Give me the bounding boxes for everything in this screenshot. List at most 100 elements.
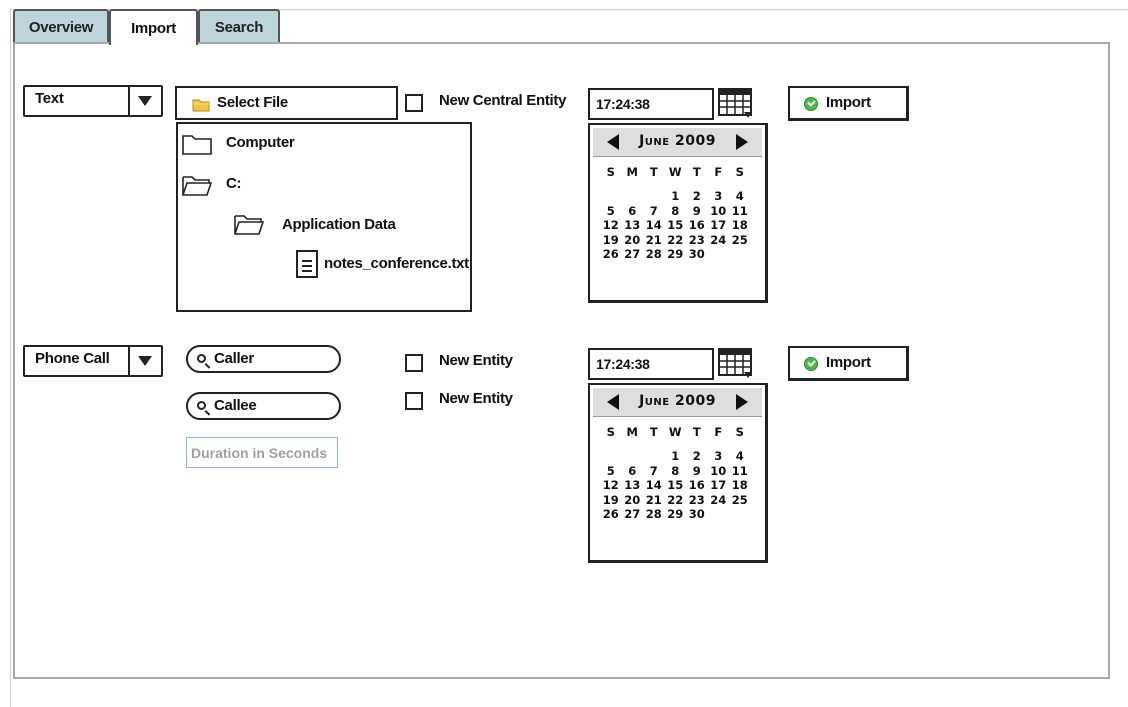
calendar-day[interactable]: 8 xyxy=(665,204,687,219)
calendar-day[interactable]: 13 xyxy=(622,478,644,493)
calendar[interactable]: June 2009 S M T W T F S 1 2 3 4 5 6 7 8 9 10 11 12 13 14 15 16… xyxy=(588,383,768,563)
calendar-day[interactable]: 1 xyxy=(665,449,687,464)
time-value: 17:24:38 xyxy=(596,96,650,112)
calendar-day[interactable]: 12 xyxy=(600,218,622,233)
calendar-day[interactable]: 29 xyxy=(665,507,687,522)
folder-icon xyxy=(182,135,212,155)
calendar-day[interactable]: 5 xyxy=(600,204,622,219)
calendar-day[interactable]: 1 xyxy=(665,189,687,204)
calendar-day[interactable]: 11 xyxy=(729,204,751,219)
import-button[interactable]: Import xyxy=(788,86,909,121)
next-month-icon[interactable] xyxy=(736,134,748,150)
calendar-day[interactable]: 24 xyxy=(708,493,730,508)
calendar[interactable]: June 2009 S M T W T F S 1 2 3 4 5 6 7 8 9 10 11 12 13 14 15 16… xyxy=(588,123,768,303)
tree-item-application-data[interactable]: Application Data xyxy=(282,216,396,233)
calendar-day[interactable]: 2 xyxy=(686,189,708,204)
tree-item-c-drive[interactable]: C: xyxy=(226,175,242,192)
calendar-day[interactable]: 7 xyxy=(643,204,665,219)
calendar-icon[interactable] xyxy=(717,86,757,120)
calendar-day[interactable]: 27 xyxy=(622,247,644,262)
calendar-day[interactable]: 8 xyxy=(665,464,687,479)
select-file-button[interactable]: Select File xyxy=(175,86,398,120)
chevron-down-icon[interactable] xyxy=(138,356,152,366)
time-field[interactable]: 17:24:38 xyxy=(588,348,714,380)
calendar-grid: S M T W T F S 1 2 3 4 5 6 7 8 9 10 11 12 13 14 15 16 17 18 19 20 21… xyxy=(600,425,751,522)
calendar-day[interactable]: 18 xyxy=(729,218,751,233)
calendar-day[interactable]: 22 xyxy=(665,493,687,508)
calendar-day[interactable]: 3 xyxy=(708,189,730,204)
calendar-day[interactable]: 9 xyxy=(686,464,708,479)
calendar-day[interactable]: 19 xyxy=(600,493,622,508)
caller-search-input[interactable]: Caller xyxy=(186,345,341,373)
callee-label: Callee xyxy=(214,397,257,414)
duration-field[interactable]: Duration in Seconds xyxy=(186,437,338,468)
calendar-day[interactable]: 15 xyxy=(665,478,687,493)
calendar-day[interactable]: 6 xyxy=(622,204,644,219)
calendar-day[interactable]: 25 xyxy=(729,493,751,508)
source-type-select[interactable]: Text xyxy=(23,85,163,117)
calendar-day[interactable]: 28 xyxy=(643,507,665,522)
new-central-entity-checkbox[interactable] xyxy=(405,94,423,112)
weekday-label: T xyxy=(649,165,658,179)
search-icon xyxy=(197,401,206,410)
calendar-day[interactable]: 3 xyxy=(708,449,730,464)
select-file-label: Select File xyxy=(217,94,288,111)
calendar-empty-cell xyxy=(600,189,622,204)
calendar-day[interactable]: 2 xyxy=(686,449,708,464)
calendar-day[interactable]: 20 xyxy=(622,493,644,508)
calendar-day[interactable]: 26 xyxy=(600,507,622,522)
new-entity-checkbox[interactable] xyxy=(405,354,423,372)
file-tree[interactable]: Computer C: Application Data notes_confe… xyxy=(176,122,472,312)
calendar-day[interactable]: 10 xyxy=(708,204,730,219)
calendar-day[interactable]: 27 xyxy=(622,507,644,522)
calendar-day[interactable]: 15 xyxy=(665,218,687,233)
source-type-select[interactable]: Phone Call xyxy=(23,345,163,377)
calendar-day[interactable]: 18 xyxy=(729,478,751,493)
import-button[interactable]: Import xyxy=(788,346,909,381)
tree-item-computer[interactable]: Computer xyxy=(226,134,295,151)
calendar-day[interactable]: 17 xyxy=(708,478,730,493)
next-month-icon[interactable] xyxy=(736,394,748,410)
calendar-day[interactable]: 4 xyxy=(729,189,751,204)
calendar-day[interactable]: 11 xyxy=(729,464,751,479)
calendar-day[interactable]: 28 xyxy=(643,247,665,262)
calendar-day[interactable]: 5 xyxy=(600,464,622,479)
calendar-day[interactable]: 21 xyxy=(643,493,665,508)
calendar-day[interactable]: 14 xyxy=(643,478,665,493)
calendar-day[interactable]: 12 xyxy=(600,478,622,493)
calendar-day[interactable]: 30 xyxy=(686,247,708,262)
calendar-day[interactable]: 10 xyxy=(708,464,730,479)
calendar-day[interactable]: 6 xyxy=(622,464,644,479)
callee-search-input[interactable]: Callee xyxy=(186,392,341,420)
calendar-day[interactable]: 30 xyxy=(686,507,708,522)
calendar-day[interactable]: 21 xyxy=(643,233,665,248)
calendar-empty-cell xyxy=(643,189,665,204)
calendar-day[interactable]: 17 xyxy=(708,218,730,233)
calendar-day[interactable]: 19 xyxy=(600,233,622,248)
calendar-day[interactable]: 20 xyxy=(622,233,644,248)
calendar-day[interactable]: 22 xyxy=(665,233,687,248)
time-field[interactable]: 17:24:38 xyxy=(588,88,714,120)
calendar-day[interactable]: 14 xyxy=(643,218,665,233)
chevron-down-icon[interactable] xyxy=(138,96,152,106)
calendar-day[interactable]: 26 xyxy=(600,247,622,262)
calendar-day[interactable]: 4 xyxy=(729,449,751,464)
tab-overview[interactable]: Overview xyxy=(13,9,109,43)
calendar-day[interactable]: 16 xyxy=(686,218,708,233)
tab-search[interactable]: Search xyxy=(198,9,280,43)
calendar-day[interactable]: 23 xyxy=(686,493,708,508)
calendar-icon[interactable] xyxy=(717,346,757,380)
calendar-day[interactable]: 13 xyxy=(622,218,644,233)
tab-import[interactable]: Import xyxy=(109,9,198,45)
calendar-day[interactable]: 29 xyxy=(665,247,687,262)
calendar-day[interactable]: 16 xyxy=(686,478,708,493)
new-entity-checkbox[interactable] xyxy=(405,392,423,410)
calendar-day[interactable]: 24 xyxy=(708,233,730,248)
calendar-day[interactable]: 25 xyxy=(729,233,751,248)
calendar-empty-cell xyxy=(729,507,751,522)
tree-item-notes-file[interactable]: notes_conference.txt xyxy=(324,255,469,272)
time-value: 17:24:38 xyxy=(596,356,650,372)
calendar-day[interactable]: 23 xyxy=(686,233,708,248)
calendar-day[interactable]: 7 xyxy=(643,464,665,479)
calendar-day[interactable]: 9 xyxy=(686,204,708,219)
